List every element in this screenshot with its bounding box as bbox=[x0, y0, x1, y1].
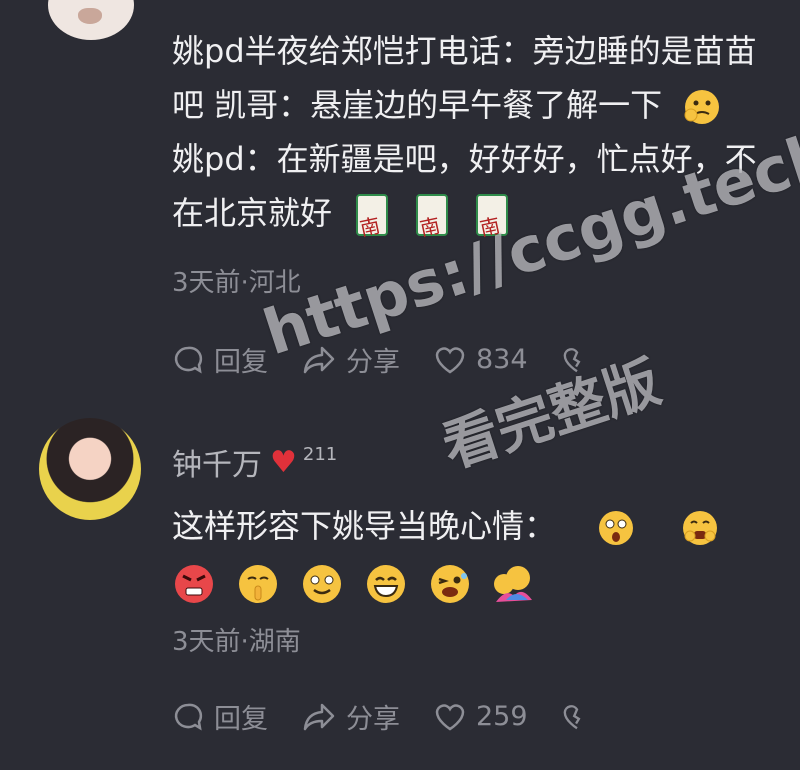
angry-emoji-icon bbox=[175, 565, 213, 603]
username[interactable]: 钟千万 ♥ 211 bbox=[172, 440, 337, 484]
comment-actions: 回复 分享 259 bbox=[172, 697, 636, 736]
reply-button[interactable]: 回复 bbox=[172, 697, 268, 736]
share-button[interactable]: 分享 bbox=[302, 340, 400, 379]
comment-text: 姚pd半夜给郑恺打电话：旁边睡的是苗苗吧 凯哥：悬崖边的早午餐了解一下 姚pd：… bbox=[172, 24, 772, 240]
share-button[interactable]: 分享 bbox=[302, 697, 400, 736]
avatar-user[interactable] bbox=[39, 418, 141, 520]
dislike-button[interactable] bbox=[562, 702, 602, 732]
badge-count: 211 bbox=[302, 443, 338, 465]
mahjong-south-icon bbox=[476, 194, 509, 236]
comment-actions: 回复 分享 834 bbox=[172, 340, 636, 379]
emoji-row bbox=[172, 562, 556, 606]
grin-emoji-icon bbox=[367, 565, 405, 603]
dislike-button[interactable] bbox=[562, 345, 602, 375]
avatar-previous-user[interactable] bbox=[48, 0, 134, 40]
comment-text-part2: 姚pd：在新疆是吧，好好好，忙点好，不在北京就好 bbox=[172, 140, 757, 232]
comment-meta: 3天前·河北 bbox=[172, 268, 301, 298]
like-count: 834 bbox=[476, 344, 528, 375]
smile-emoji-icon bbox=[303, 565, 341, 603]
reply-icon bbox=[174, 346, 203, 373]
like-button[interactable]: 834 bbox=[434, 344, 528, 375]
mahjong-south-icon bbox=[416, 194, 449, 236]
hug-emoji-icon bbox=[494, 566, 532, 602]
comment-meta: 3天前·湖南 bbox=[172, 627, 301, 657]
thinking-emoji-icon bbox=[684, 90, 720, 124]
share-icon bbox=[303, 703, 335, 730]
comment-text-part1: 姚pd半夜给郑恺打电话：旁边睡的是苗苗吧 凯哥：悬崖边的早午餐了解一下 bbox=[172, 32, 757, 124]
share-icon bbox=[303, 346, 335, 373]
wink-emoji-icon bbox=[431, 565, 469, 603]
shush-emoji-icon bbox=[239, 565, 277, 603]
heart-outline-icon bbox=[435, 703, 465, 730]
comment-text: 这样形容下姚导当晚心情： bbox=[172, 499, 730, 553]
like-button[interactable]: 259 bbox=[434, 701, 528, 732]
reply-button[interactable]: 回复 bbox=[172, 340, 268, 379]
heart-outline-icon bbox=[435, 346, 465, 373]
broken-heart-icon bbox=[563, 347, 581, 372]
heart-badge-icon: ♥ bbox=[270, 444, 297, 480]
like-count: 259 bbox=[476, 701, 528, 732]
reply-icon bbox=[174, 703, 203, 730]
scared-emoji-icon bbox=[683, 511, 718, 545]
broken-heart-icon bbox=[563, 704, 581, 729]
shocked-emoji-icon bbox=[599, 511, 634, 545]
mahjong-south-icon bbox=[356, 194, 389, 236]
